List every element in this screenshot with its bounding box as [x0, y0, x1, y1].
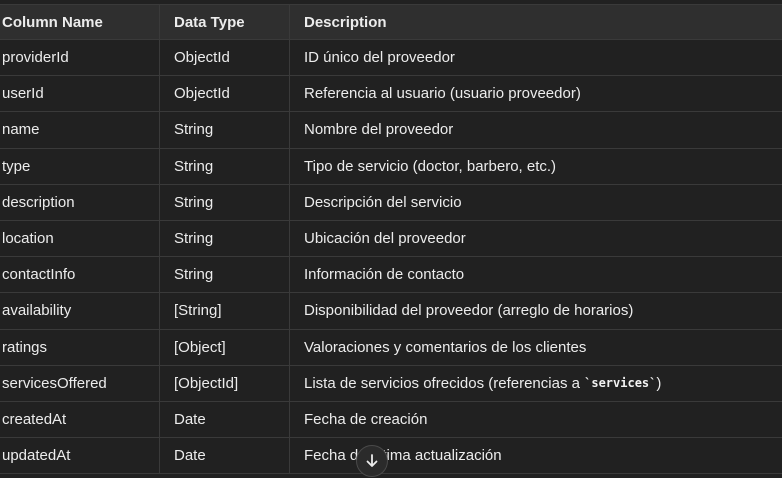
schema-table: Column Name Data Type Description provid… — [0, 4, 782, 475]
cell-column-name: description — [0, 184, 160, 220]
cell-data-type: ObjectId — [160, 76, 290, 112]
cell-description: Valoraciones y comentarios de los client… — [304, 338, 587, 356]
cell-description: Disponibilidad del proveedor (arreglo de… — [304, 302, 634, 320]
cell-column-name: type — [0, 148, 160, 184]
cell-description: Nombre del proveedor — [304, 121, 454, 139]
table-row: updatedAt Date Fecha de última actualiza… — [0, 438, 782, 475]
cell-column-name: providerId — [0, 40, 160, 76]
header-description: Description — [304, 13, 387, 31]
table-row: userId ObjectId Referencia al usuario (u… — [0, 76, 782, 113]
cell-data-type: [Object] — [160, 329, 290, 365]
cell-column-name: contactInfo — [0, 257, 160, 293]
cell-data-type: Date — [160, 438, 290, 474]
cell-column-name: updatedAt — [0, 438, 160, 474]
description-text-end: ) — [656, 374, 662, 392]
scroll-to-bottom-button[interactable] — [356, 445, 388, 477]
arrow-down-icon — [366, 454, 378, 467]
cell-description: Tipo de servicio (doctor, barbero, etc.) — [304, 157, 557, 175]
cell-column-name: createdAt — [0, 401, 160, 438]
cell-description: Referencia al usuario (usuario proveedor… — [304, 85, 581, 103]
cell-column-name: ratings — [0, 329, 160, 365]
cell-column-name: servicesOffered — [0, 365, 160, 401]
table-row: description String Descripción del servi… — [0, 184, 782, 221]
cell-data-type: String — [160, 184, 290, 220]
inline-code: `services` — [584, 376, 657, 391]
table-row: createdAt Date Fecha de creación — [0, 401, 782, 439]
table-row: name String Nombre del proveedor — [0, 112, 782, 149]
cell-data-type: String — [160, 148, 290, 184]
cell-data-type: [ObjectId] — [160, 365, 290, 401]
table-row: availability [String] Disponibilidad del… — [0, 293, 782, 330]
table-row: ratings [Object] Valoraciones y comentar… — [0, 329, 782, 366]
description-text: Lista de servicios ofrecidos (referencia… — [304, 374, 585, 392]
cell-data-type: String — [160, 257, 290, 293]
cell-column-name: availability — [0, 293, 160, 329]
table-row: contactInfo String Información de contac… — [0, 257, 782, 294]
cell-description: Lista de servicios ofrecidos (referencia… — [290, 366, 782, 401]
cell-data-type: ObjectId — [160, 40, 290, 76]
cell-data-type: String — [160, 220, 290, 257]
table-row: location String Ubicación del proveedor — [0, 220, 782, 258]
header-data-type: Data Type — [160, 5, 290, 39]
cell-data-type: [String] — [160, 293, 290, 329]
cell-description: ID único del proveedor — [304, 49, 455, 67]
header-column-name: Column Name — [0, 5, 160, 39]
table-row: providerId ObjectId ID único del proveed… — [0, 40, 782, 77]
cell-column-name: location — [0, 220, 160, 257]
cell-column-name: name — [0, 112, 160, 148]
table-header-row: Column Name Data Type Description — [0, 4, 782, 40]
table-row: type String Tipo de servicio (doctor, ba… — [0, 148, 782, 185]
cell-data-type: String — [160, 112, 290, 148]
cell-description: Información de contacto — [304, 266, 465, 284]
table-row: servicesOffered [ObjectId] Lista de serv… — [0, 365, 782, 402]
cell-column-name: userId — [0, 76, 160, 112]
cell-description: Ubicación del proveedor — [304, 230, 466, 248]
cell-description: Descripción del servicio — [304, 193, 462, 211]
cell-data-type: Date — [160, 401, 290, 438]
cell-description: Fecha de creación — [304, 410, 428, 428]
